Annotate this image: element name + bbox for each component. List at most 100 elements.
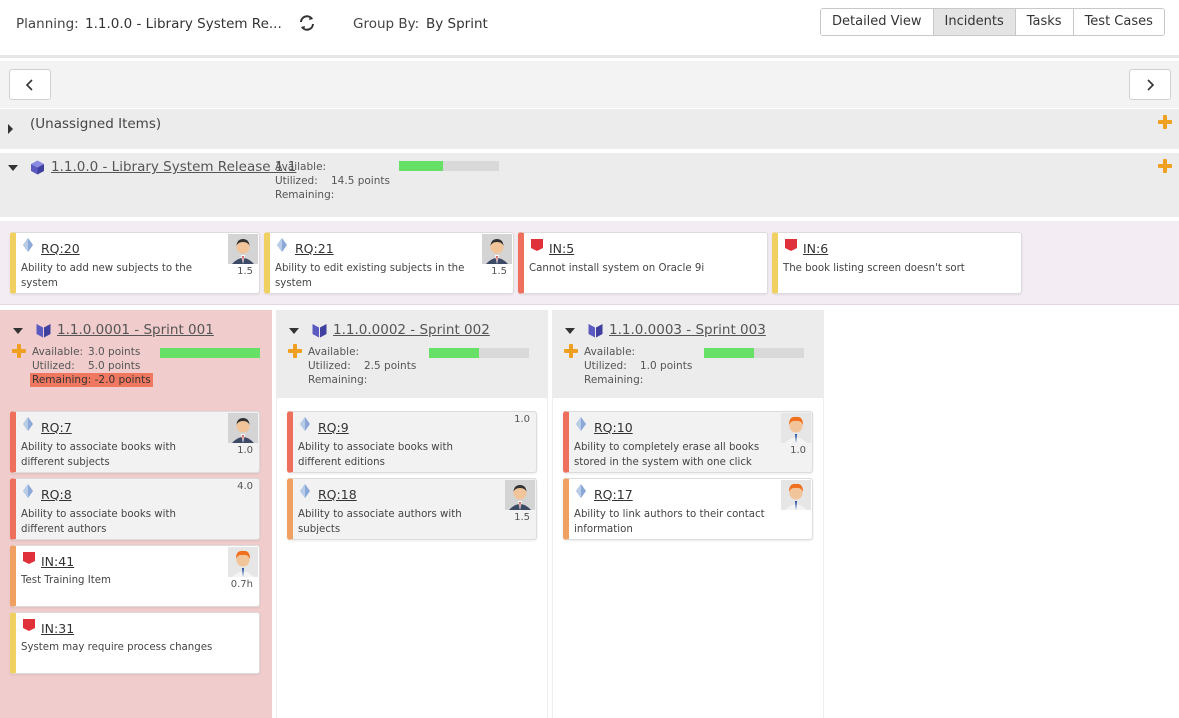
- card-in-6[interactable]: IN:6 The book listing screen doesn't sor…: [772, 232, 1022, 294]
- card-description: Test Training Item: [21, 575, 111, 586]
- card-estimate: 0.7h: [230, 579, 253, 590]
- card-id-link[interactable]: RQ:8: [41, 487, 72, 502]
- card-rq-7[interactable]: RQ:7 Ability to associate books with dif…: [10, 411, 260, 473]
- refresh-icon[interactable]: [298, 14, 316, 32]
- card-description: Ability to completely erase all books st…: [574, 442, 760, 468]
- release-title-link[interactable]: 1.1.0.0 - Library System Release 1.1: [51, 159, 296, 175]
- sprint-003-items: RQ:10 Ability to completely erase all bo…: [552, 398, 824, 718]
- detailed-view-button[interactable]: Detailed View: [821, 9, 934, 35]
- avatar[interactable]: [228, 413, 258, 443]
- card-id-link[interactable]: RQ:17: [594, 487, 633, 502]
- user-avatar-icon: [482, 234, 512, 264]
- card-description: The book listing screen doesn't sort: [783, 263, 965, 274]
- incidents-button[interactable]: Incidents: [933, 9, 1016, 35]
- tasks-button[interactable]: Tasks: [1015, 9, 1074, 35]
- card-id-link[interactable]: RQ:21: [295, 241, 334, 256]
- card-id-link[interactable]: RQ:10: [594, 420, 633, 435]
- avatar[interactable]: [228, 547, 258, 577]
- card-id-link[interactable]: RQ:20: [41, 241, 80, 256]
- user-avatar-icon: [228, 413, 258, 443]
- card-rq-18[interactable]: RQ:18 Ability to associate authors with …: [287, 478, 537, 540]
- card-estimate: 1.0: [237, 445, 253, 456]
- sprint-icon: [312, 324, 327, 338]
- card-in-41[interactable]: IN:41 Test Training Item 0.7h: [10, 545, 260, 607]
- collapse-caret-icon[interactable]: [8, 165, 18, 171]
- utilized-value: 2.5 points: [364, 360, 417, 372]
- sprint-002-header: 1.1.0.0002 - Sprint 002 Available: Utili…: [276, 310, 548, 398]
- user-avatar-icon: [228, 547, 258, 577]
- avatar[interactable]: [228, 234, 258, 264]
- requirement-icon: [300, 484, 310, 498]
- planning-selector[interactable]: 1.1.0.0 - Library System Re...: [85, 16, 282, 32]
- utilized-label: Utilized:: [308, 360, 351, 372]
- sprint-icon: [36, 324, 51, 338]
- planning-label: Planning:: [16, 16, 79, 32]
- card-estimate: 1.5: [237, 266, 253, 277]
- card-estimate: 1.0: [514, 414, 530, 425]
- remaining-label: Remaining:: [275, 189, 335, 201]
- add-item-icon[interactable]: [12, 344, 26, 358]
- collapse-caret-icon[interactable]: [13, 328, 23, 334]
- utilized-label: Utilized:: [275, 175, 318, 187]
- avatar[interactable]: [482, 234, 512, 264]
- sprint-title-link[interactable]: 1.1.0.0002 - Sprint 002: [333, 322, 490, 338]
- remaining-overload-badge: Remaining: -2.0 points: [30, 373, 153, 387]
- requirement-icon: [23, 417, 33, 431]
- card-rq-21[interactable]: RQ:21 Ability to edit existing subjects …: [264, 232, 514, 294]
- card-id-link[interactable]: RQ:18: [318, 487, 357, 502]
- avatar[interactable]: [505, 480, 535, 510]
- sprint-progress-bar: [429, 348, 529, 358]
- sprint-001-header: 1.1.0.0001 - Sprint 001 Available: 3.0 p…: [0, 310, 272, 398]
- collapse-caret-icon[interactable]: [289, 328, 299, 334]
- card-estimate: 1.0: [790, 445, 806, 456]
- card-description: Cannot install system on Oracle 9i: [529, 263, 705, 274]
- card-rq-9[interactable]: RQ:9 Ability to associate books with dif…: [287, 411, 537, 473]
- card-rq-17[interactable]: RQ:17 Ability to link authors to their c…: [563, 478, 813, 540]
- add-item-icon[interactable]: [1158, 159, 1172, 173]
- avatar[interactable]: [781, 413, 811, 443]
- top-toolbar: Planning: 1.1.0.0 - Library System Re...…: [0, 0, 1179, 58]
- card-description: Ability to associate books with differen…: [298, 442, 453, 468]
- add-item-icon[interactable]: [1158, 115, 1172, 129]
- utilized-label: Utilized:: [584, 360, 627, 372]
- requirement-icon: [576, 484, 586, 498]
- sprint-title-link[interactable]: 1.1.0.0001 - Sprint 001: [57, 322, 214, 338]
- utilized-value: 5.0 points: [88, 360, 141, 372]
- unassigned-items-row[interactable]: (Unassigned Items): [0, 109, 1179, 149]
- card-rq-8[interactable]: RQ:8 Ability to associate books with dif…: [10, 478, 260, 540]
- user-avatar-icon: [781, 480, 811, 510]
- test-cases-button[interactable]: Test Cases: [1073, 9, 1164, 35]
- remaining-label: Remaining:: [308, 374, 368, 386]
- add-item-icon[interactable]: [288, 344, 302, 358]
- expand-caret-icon[interactable]: [8, 124, 13, 134]
- card-id-link[interactable]: IN:41: [41, 554, 74, 569]
- progress-fill: [429, 348, 479, 358]
- incident-flag-icon: [23, 552, 35, 564]
- release-icon: [31, 160, 44, 175]
- card-id-link[interactable]: IN:31: [41, 621, 74, 636]
- card-id-link[interactable]: IN:5: [549, 241, 574, 256]
- card-rq-10[interactable]: RQ:10 Ability to completely erase all bo…: [563, 411, 813, 473]
- card-id-link[interactable]: IN:6: [803, 241, 828, 256]
- card-estimate: 1.5: [514, 512, 530, 523]
- card-id-link[interactable]: RQ:9: [318, 420, 349, 435]
- add-item-icon[interactable]: [564, 344, 578, 358]
- collapse-caret-icon[interactable]: [565, 328, 575, 334]
- group-by-selector[interactable]: By Sprint: [426, 16, 488, 32]
- available-label: Available:: [584, 346, 636, 358]
- release-backlog-row: RQ:20 Ability to add new subjects to the…: [0, 221, 1179, 305]
- card-description: Ability to link authors to their contact…: [574, 509, 765, 535]
- previous-button[interactable]: [9, 69, 51, 100]
- card-in-31[interactable]: IN:31 System may require process changes: [10, 612, 260, 674]
- view-switcher: Detailed View Incidents Tasks Test Cases: [820, 8, 1165, 36]
- next-button[interactable]: [1129, 69, 1171, 100]
- avatar[interactable]: [781, 480, 811, 510]
- incident-flag-icon: [23, 619, 35, 631]
- release-header: 1.1.0.0 - Library System Release 1.1 Ava…: [0, 153, 1179, 217]
- progress-fill: [704, 348, 754, 358]
- card-id-link[interactable]: RQ:7: [41, 420, 72, 435]
- card-rq-20[interactable]: RQ:20 Ability to add new subjects to the…: [10, 232, 260, 294]
- sprint-title-link[interactable]: 1.1.0.0003 - Sprint 003: [609, 322, 766, 338]
- requirement-icon: [576, 417, 586, 431]
- card-in-5[interactable]: IN:5 Cannot install system on Oracle 9i: [518, 232, 768, 294]
